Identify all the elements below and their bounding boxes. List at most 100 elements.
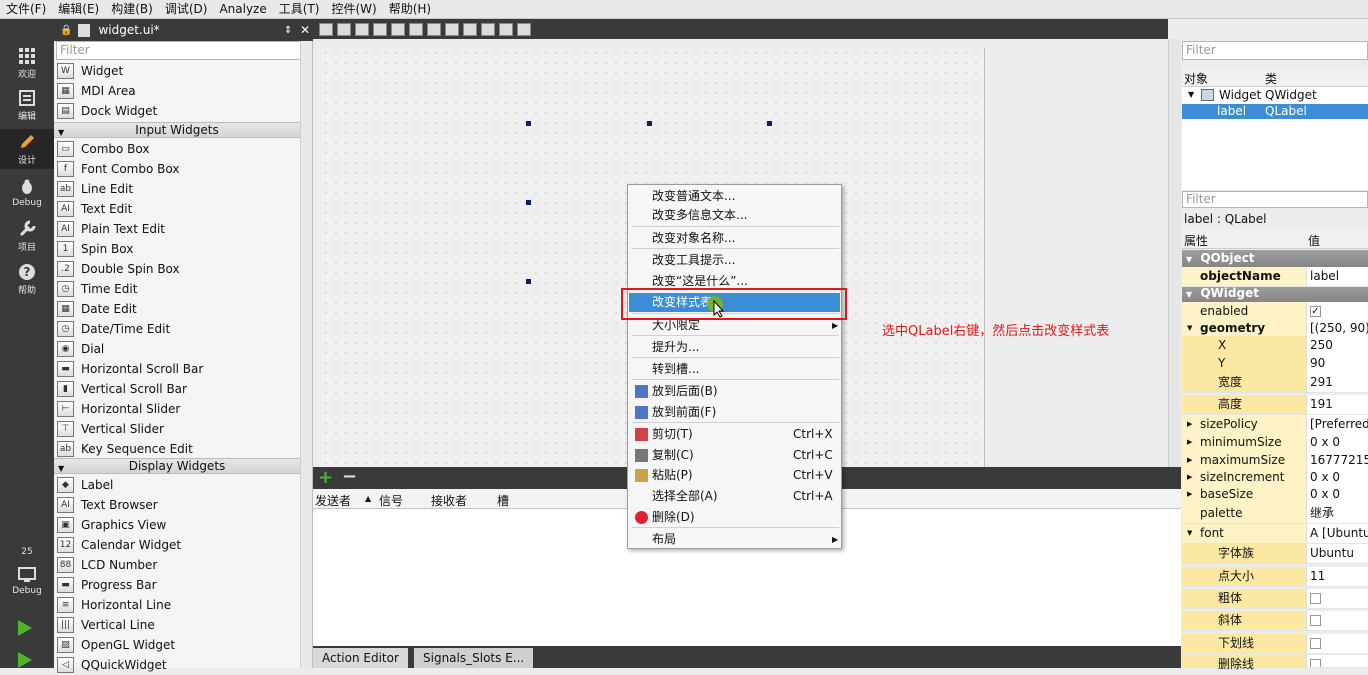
widget-item[interactable]: ▤ Dock Widget: [54, 101, 300, 121]
layout-grid-icon[interactable]: [481, 22, 495, 36]
property-checkbox[interactable]: ✓: [1310, 306, 1321, 317]
widget-item[interactable]: ▬ Progress Bar: [54, 575, 300, 595]
menu-analyze[interactable]: Analyze: [213, 0, 272, 19]
context-menu-item[interactable]: 转到槽...: [629, 360, 840, 379]
group-qobject[interactable]: ▼ QObject: [1182, 250, 1368, 267]
context-menu-item[interactable]: 粘贴(P) Ctrl+V: [629, 466, 840, 485]
tab-signals-slots[interactable]: Signals_Slots E...: [414, 648, 534, 668]
widget-item[interactable]: ab Line Edit: [54, 179, 300, 199]
property-value[interactable]: [1306, 589, 1368, 608]
property-checkbox[interactable]: [1310, 615, 1321, 626]
mode-debug[interactable]: Debug: [0, 173, 54, 213]
property-row[interactable]: ▼ font A [Ubuntu: [1182, 524, 1368, 544]
layout-vsplit-icon[interactable]: [445, 22, 459, 36]
property-row[interactable]: ▶ baseSize 0 x 0: [1182, 485, 1368, 505]
selection-handle[interactable]: [526, 279, 531, 284]
context-menu-item[interactable]: 改变工具提示...: [629, 251, 840, 270]
menu-file[interactable]: 文件(F): [0, 0, 52, 19]
context-menu-item[interactable]: 改变普通文本...: [629, 187, 840, 206]
property-value[interactable]: 继承: [1306, 504, 1368, 523]
mode-edit[interactable]: 编辑: [0, 85, 54, 125]
widget-filter-input[interactable]: Filter: [56, 41, 308, 60]
property-value[interactable]: 250: [1306, 336, 1368, 355]
widget-item[interactable]: ⊢ Horizontal Slider: [54, 399, 300, 419]
selection-handle[interactable]: [526, 200, 531, 205]
col-object[interactable]: 对象: [1184, 70, 1208, 87]
property-row[interactable]: objectName label: [1182, 267, 1368, 287]
edit-buddies-icon[interactable]: [355, 22, 369, 36]
property-value[interactable]: [1306, 634, 1368, 653]
property-value[interactable]: 0 x 0: [1306, 485, 1368, 504]
property-row[interactable]: 字体族 Ubuntu: [1182, 544, 1368, 564]
widget-item[interactable]: ≡ Horizontal Line: [54, 595, 300, 615]
property-filter-input[interactable]: Filter: [1182, 191, 1368, 208]
menu-build[interactable]: 构建(B): [105, 0, 159, 19]
selection-handle[interactable]: [767, 121, 772, 126]
widget-item[interactable]: ▮ Vertical Scroll Bar: [54, 379, 300, 399]
widget-item[interactable]: 1 Spin Box: [54, 239, 300, 259]
expand-arrow-icon[interactable]: ▼: [1188, 90, 1194, 99]
group-qwidget[interactable]: ▼ QWidget: [1182, 285, 1368, 302]
widget-item[interactable]: ⊤ Vertical Slider: [54, 419, 300, 439]
expand-arrow-icon[interactable]: ▶: [1187, 433, 1192, 452]
selection-handle[interactable]: [526, 121, 531, 126]
widget-item[interactable]: ◆ Label: [54, 475, 300, 495]
add-connection-icon[interactable]: +: [318, 467, 333, 489]
context-menu-item[interactable]: 放到前面(F): [629, 403, 840, 422]
property-value[interactable]: Ubuntu: [1306, 544, 1368, 563]
widget-item[interactable]: ▣ Graphics View: [54, 515, 300, 535]
widget-item[interactable]: ◉ Dial: [54, 339, 300, 359]
edit-signals-icon[interactable]: [337, 22, 351, 36]
menu-tools[interactable]: 工具(T): [273, 0, 326, 19]
widget-item[interactable]: 12 Calendar Widget: [54, 535, 300, 555]
widget-item[interactable]: ◁ QQuickWidget: [54, 655, 300, 675]
widget-item[interactable]: f Font Combo Box: [54, 159, 300, 179]
widget-item[interactable]: AI Plain Text Edit: [54, 219, 300, 239]
context-menu-item[interactable]: 剪切(T) Ctrl+X: [629, 425, 840, 444]
property-value[interactable]: 291: [1306, 373, 1368, 392]
tab-action-editor[interactable]: Action Editor: [313, 648, 408, 668]
widget-item[interactable]: ▦ Date Edit: [54, 299, 300, 319]
widget-item[interactable]: ▨ OpenGL Widget: [54, 635, 300, 655]
property-value[interactable]: 11: [1306, 567, 1368, 586]
property-row[interactable]: ▶ sizePolicy [Preferred: [1182, 415, 1368, 435]
run-button[interactable]: [16, 619, 34, 640]
property-checkbox[interactable]: [1310, 638, 1321, 649]
property-row[interactable]: 宽度 291: [1182, 373, 1368, 393]
expand-arrow-icon[interactable]: ▶: [1187, 415, 1192, 434]
file-switch-icon[interactable]: ⇕: [284, 25, 292, 36]
property-row[interactable]: 下划线: [1182, 634, 1368, 654]
widget-item[interactable]: ▭ Combo Box: [54, 139, 300, 159]
property-value[interactable]: [1306, 611, 1368, 630]
col-slot[interactable]: 槽: [497, 492, 509, 509]
property-value[interactable]: 90: [1306, 354, 1368, 373]
context-menu-item[interactable]: 改变多信息文本...: [629, 206, 840, 225]
edit-widgets-icon[interactable]: [319, 22, 333, 36]
property-row[interactable]: ▶ minimumSize 0 x 0: [1182, 433, 1368, 453]
menu-controls[interactable]: 控件(W): [325, 0, 382, 19]
context-menu-item[interactable]: 布局 ▶: [629, 530, 840, 549]
menu-debug[interactable]: 调试(D): [159, 0, 214, 19]
col-signal[interactable]: 信号: [379, 492, 403, 509]
mode-help[interactable]: ? 帮助: [0, 259, 54, 299]
layout-horizontal-icon[interactable]: [391, 22, 405, 36]
layout-form-icon[interactable]: [463, 22, 477, 36]
property-row[interactable]: X 250: [1182, 336, 1368, 356]
property-row[interactable]: 粗体: [1182, 589, 1368, 609]
widget-item[interactable]: ◷ Date/Time Edit: [54, 319, 300, 339]
property-value[interactable]: [1306, 655, 1368, 667]
selection-handle[interactable]: [647, 121, 652, 126]
edit-taborder-icon[interactable]: [373, 22, 387, 36]
object-filter-input[interactable]: Filter: [1182, 41, 1368, 60]
widget-item[interactable]: ◷ Time Edit: [54, 279, 300, 299]
property-value[interactable]: 191: [1306, 395, 1368, 414]
kit-selector[interactable]: Debug: [0, 559, 54, 603]
context-menu-item[interactable]: 改变对象名称...: [629, 229, 840, 248]
widget-item[interactable]: ▬ Horizontal Scroll Bar: [54, 359, 300, 379]
property-row[interactable]: 点大小 11: [1182, 567, 1368, 587]
layout-hsplit-icon[interactable]: [427, 22, 441, 36]
property-value[interactable]: [Preferred: [1306, 415, 1368, 434]
mode-projects[interactable]: 项目: [0, 216, 54, 256]
layout-vertical-icon[interactable]: [409, 22, 423, 36]
tree-row-label[interactable]: label QLabel: [1182, 104, 1368, 119]
